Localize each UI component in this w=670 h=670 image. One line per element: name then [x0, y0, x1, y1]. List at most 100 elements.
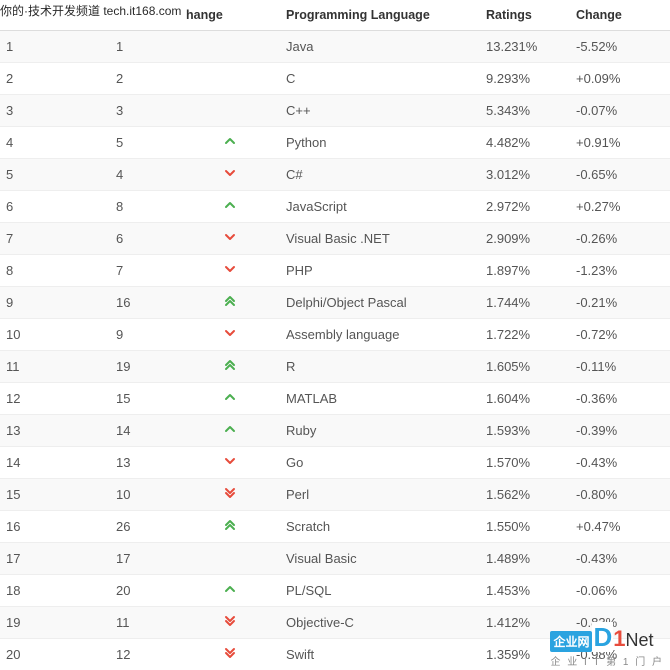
table-row: 1820PL/SQL1.453%-0.06% [0, 575, 670, 607]
chevron-down-icon [224, 167, 236, 179]
rank-previous: 12 [110, 639, 180, 670]
header-col-f: Change [570, 0, 670, 31]
change-value: -0.36% [570, 383, 670, 415]
rank-change-icon-cell [180, 383, 280, 415]
change-value: -0.11% [570, 351, 670, 383]
rating-value: 9.293% [480, 63, 570, 95]
table-row: 1626Scratch1.550%+0.47% [0, 511, 670, 543]
change-value: -0.65% [570, 159, 670, 191]
rank-previous: 4 [110, 159, 180, 191]
double-chevron-up-icon [224, 519, 236, 531]
rating-value: 3.012% [480, 159, 570, 191]
language-name: R [280, 351, 480, 383]
language-name: Java [280, 31, 480, 63]
rank-change-icon-cell [180, 351, 280, 383]
chevron-down-icon [224, 455, 236, 467]
rank-current: 15 [0, 479, 110, 511]
chevron-down-icon [224, 263, 236, 275]
rank-current: 5 [0, 159, 110, 191]
rank-previous: 9 [110, 319, 180, 351]
language-name: PL/SQL [280, 575, 480, 607]
language-name: Visual Basic [280, 543, 480, 575]
header-col-c: hange [180, 0, 280, 31]
rank-change-icon-cell [180, 511, 280, 543]
chevron-down-icon [224, 231, 236, 243]
rating-value: 1.744% [480, 287, 570, 319]
header-col-a [0, 0, 110, 31]
language-name: Ruby [280, 415, 480, 447]
table-row: 45Python4.482%+0.91% [0, 127, 670, 159]
change-value: -0.43% [570, 447, 670, 479]
change-value: -0.06% [570, 575, 670, 607]
rating-value: 2.909% [480, 223, 570, 255]
table-row: 1717Visual Basic1.489%-0.43% [0, 543, 670, 575]
table-row: 76Visual Basic .NET2.909%-0.26% [0, 223, 670, 255]
rank-current: 12 [0, 383, 110, 415]
language-name: Assembly language [280, 319, 480, 351]
rating-value: 1.570% [480, 447, 570, 479]
table-row: 22C9.293%+0.09% [0, 63, 670, 95]
rank-change-icon-cell [180, 575, 280, 607]
table-row: 11Java13.231%-5.52% [0, 31, 670, 63]
table-row: 1215MATLAB1.604%-0.36% [0, 383, 670, 415]
rank-previous: 10 [110, 479, 180, 511]
change-value: +0.91% [570, 127, 670, 159]
double-chevron-up-icon [224, 295, 236, 307]
rank-previous: 2 [110, 63, 180, 95]
rank-current: 16 [0, 511, 110, 543]
change-value: -0.72% [570, 319, 670, 351]
rank-current: 14 [0, 447, 110, 479]
change-value: -0.98% [570, 639, 670, 670]
chevron-up-icon [224, 135, 236, 147]
change-value: +0.27% [570, 191, 670, 223]
header-col-b [110, 0, 180, 31]
rank-previous: 20 [110, 575, 180, 607]
change-value: -0.26% [570, 223, 670, 255]
rating-value: 1.897% [480, 255, 570, 287]
table-row: 1911Objective-C1.412%-0.83% [0, 607, 670, 639]
rank-change-icon-cell [180, 31, 280, 63]
rating-value: 1.604% [480, 383, 570, 415]
rank-previous: 7 [110, 255, 180, 287]
rating-value: 2.972% [480, 191, 570, 223]
change-value: -5.52% [570, 31, 670, 63]
language-name: PHP [280, 255, 480, 287]
chevron-up-icon [224, 199, 236, 211]
rank-change-icon-cell [180, 447, 280, 479]
rank-previous: 8 [110, 191, 180, 223]
table-row: 33C++5.343%-0.07% [0, 95, 670, 127]
rank-previous: 6 [110, 223, 180, 255]
language-name: Delphi/Object Pascal [280, 287, 480, 319]
rank-change-icon-cell [180, 287, 280, 319]
language-name: Visual Basic .NET [280, 223, 480, 255]
table-row: 1510Perl1.562%-0.80% [0, 479, 670, 511]
rating-value: 1.412% [480, 607, 570, 639]
change-value: -0.21% [570, 287, 670, 319]
change-value: -0.43% [570, 543, 670, 575]
language-name: Scratch [280, 511, 480, 543]
rank-current: 20 [0, 639, 110, 670]
language-name: Python [280, 127, 480, 159]
table-row: 1119R1.605%-0.11% [0, 351, 670, 383]
rank-change-icon-cell [180, 319, 280, 351]
double-chevron-down-icon [224, 615, 236, 627]
double-chevron-down-icon [224, 487, 236, 499]
rank-current: 8 [0, 255, 110, 287]
rank-previous: 1 [110, 31, 180, 63]
table-row: 1314Ruby1.593%-0.39% [0, 415, 670, 447]
language-name: Perl [280, 479, 480, 511]
change-value: -0.83% [570, 607, 670, 639]
chevron-up-icon [224, 583, 236, 595]
chevron-up-icon [224, 423, 236, 435]
language-name: Swift [280, 639, 480, 670]
rank-current: 13 [0, 415, 110, 447]
rank-previous: 14 [110, 415, 180, 447]
rank-current: 2 [0, 63, 110, 95]
double-chevron-up-icon [224, 359, 236, 371]
rank-change-icon-cell [180, 191, 280, 223]
rating-value: 5.343% [480, 95, 570, 127]
rank-current: 9 [0, 287, 110, 319]
change-value: -1.23% [570, 255, 670, 287]
double-chevron-down-icon [224, 647, 236, 659]
table-row: 54C#3.012%-0.65% [0, 159, 670, 191]
